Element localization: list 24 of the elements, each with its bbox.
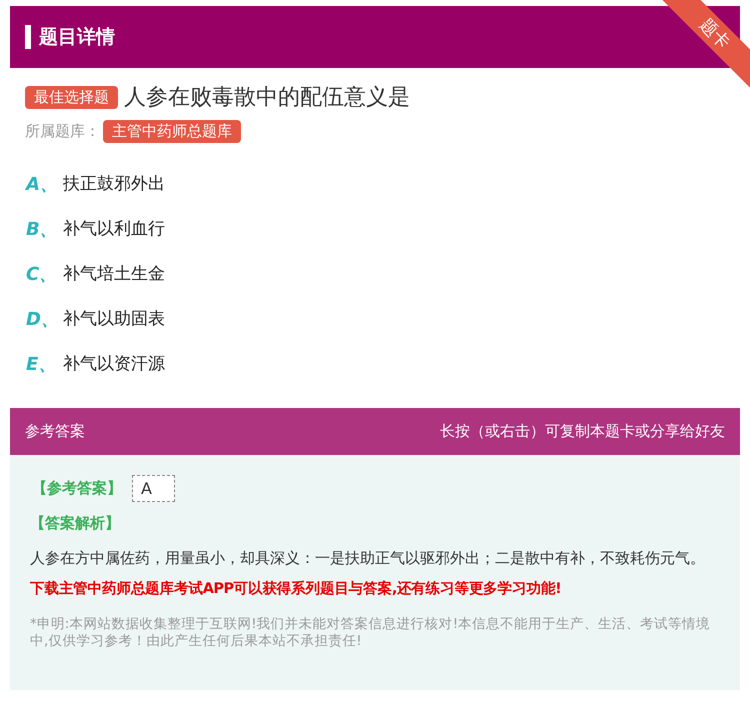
title-marker xyxy=(25,25,31,49)
option-text: 补气以资汗源 xyxy=(63,353,165,375)
option-letter: A、 xyxy=(26,172,59,196)
disclaimer-text: *申明:本网站数据收集整理于互联网!我们并未能对答案信息进行核对!本信息不能用于生产、生活、考试等情境中,仅供学习参考！由此产生任何后果本站不承担责任! xyxy=(30,616,712,650)
answer-label: 【参考答案】 xyxy=(32,479,122,498)
question-type-tag: 最佳选择题 xyxy=(25,86,118,108)
option-text: 补气培土生金 xyxy=(63,263,165,285)
promo-text: 下载主管中药师总题库考试APP可以获得系列题目与答案,还有练习等更多学习功能! xyxy=(30,579,562,598)
share-hint: 长按（或右击）可复制本题卡或分享给好友 xyxy=(440,422,725,441)
option-text: 补气以利血行 xyxy=(63,218,165,240)
bank-tag[interactable]: 主管中药师总题库 xyxy=(103,120,241,143)
analysis-label: 【答案解析】 xyxy=(30,514,121,533)
answer-title: 参考答案 xyxy=(25,422,85,441)
option-letter: B、 xyxy=(26,218,59,240)
section-title: 题目详情 xyxy=(39,25,115,50)
option-letter: D、 xyxy=(26,308,60,330)
analysis-text: 人参在方中属佐药，用量虽小，却具深义：一是扶助正气以驱邪外出；二是散中有补，不致耗伤元气。 xyxy=(30,548,706,569)
option-text: 扶正鼓邪外出 xyxy=(63,173,165,195)
option-text: 补气以助固表 xyxy=(63,308,165,330)
answer-value: A xyxy=(132,475,175,502)
bank-label: 所属题库： xyxy=(25,122,100,141)
option-letter: C、 xyxy=(26,262,58,286)
question-text: 人参在败毒散中的配伍意义是 xyxy=(124,84,410,112)
option-letter: E、 xyxy=(26,352,58,376)
